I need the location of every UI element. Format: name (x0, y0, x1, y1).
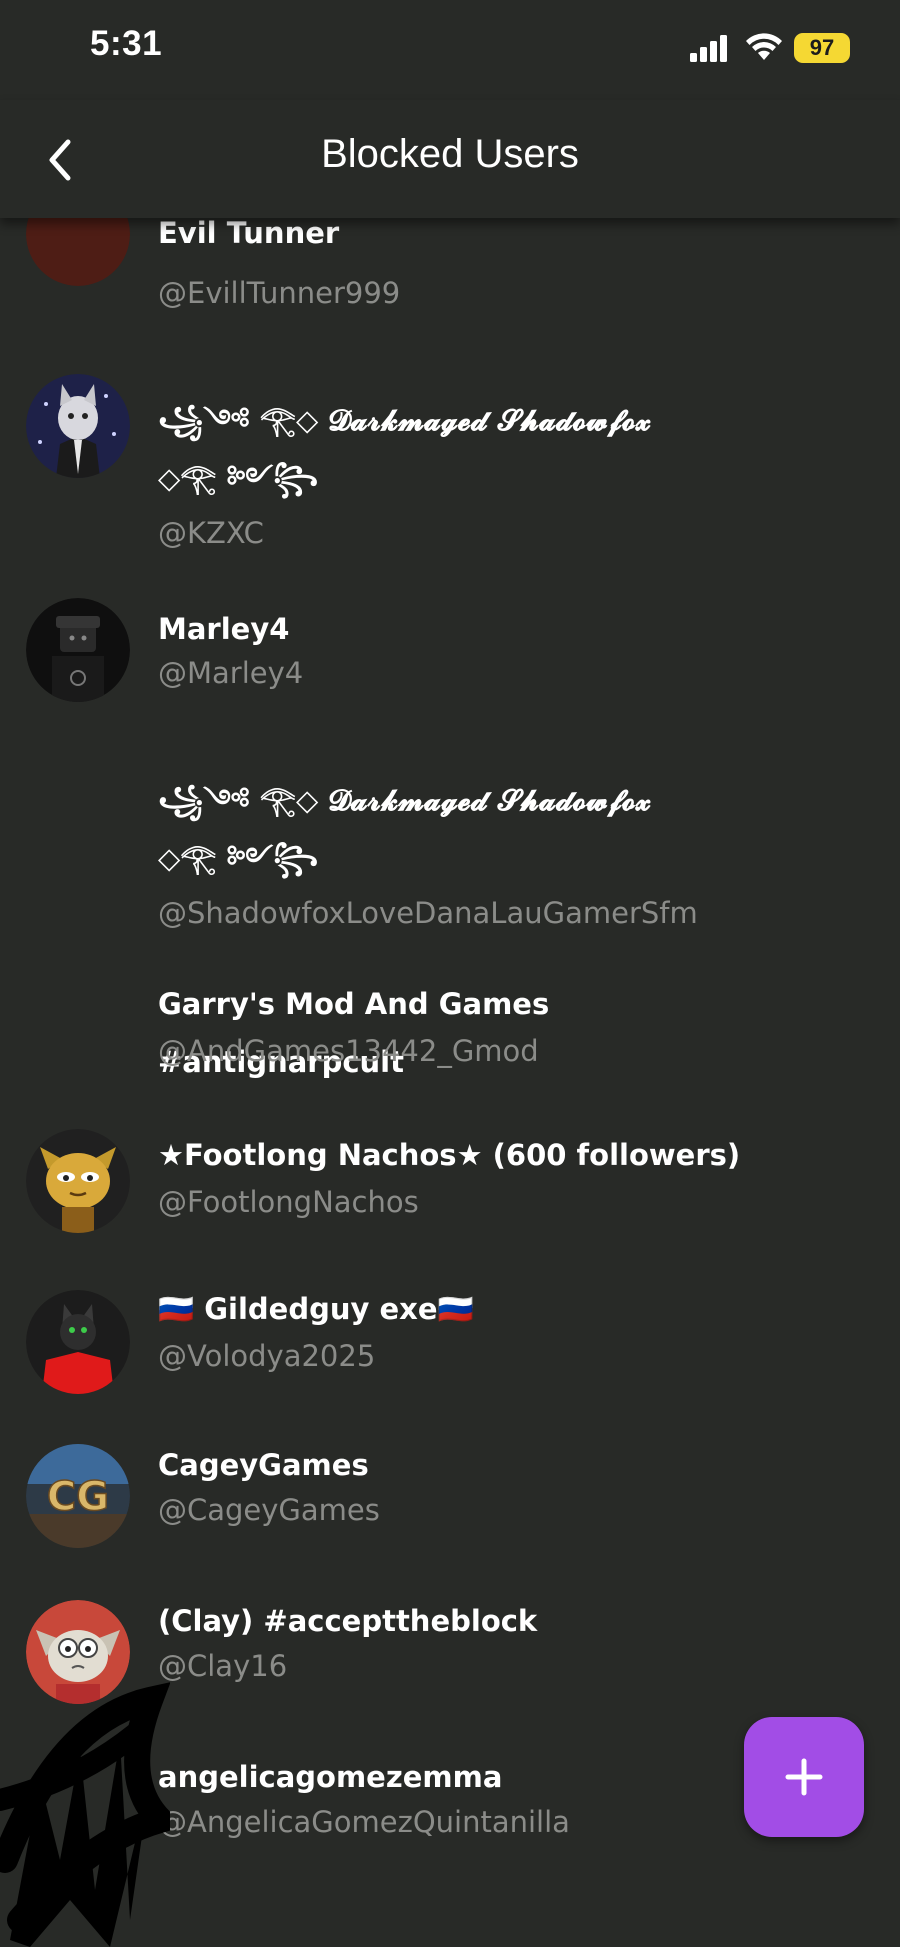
user-handle: @Marley4 (158, 656, 304, 690)
top-app-bar: Blocked Users (0, 100, 900, 218)
plus-icon (785, 1758, 823, 1796)
avatar (26, 1290, 130, 1394)
user-name: ꧁༺ 𓂀◇ 𝓓𝓪𝓻𝓴𝓶𝓪𝓰𝓮𝓭 𝓢𝓱𝓪𝓭𝓸𝔀𝓯𝓸𝔁 ◇𓂀 ༻꧂ (158, 403, 652, 495)
user-name: Marley4 (158, 612, 290, 646)
user-name: CageyGames (158, 1448, 369, 1482)
user-handle: @AndGames13442_Gmod (158, 1034, 539, 1068)
avatar: CG (26, 1444, 130, 1548)
battery-indicator: 97 (794, 33, 850, 63)
list-item[interactable]: Garry's Mod And Games #antignarpcult @An… (0, 978, 900, 1128)
user-name: 🇷🇺 Gildedguy exe🇷🇺 (158, 1292, 474, 1326)
svg-text:CG: CG (47, 1474, 109, 1520)
add-blocked-user-button[interactable] (744, 1717, 864, 1837)
list-item[interactable]: ꧁༺ 𓂀◇ 𝓓𝓪𝓻𝓴𝓶𝓪𝓰𝓮𝓭 𝓢𝓱𝓪𝓭𝓸𝔀𝓯𝓸𝔁 ◇𓂀 ༻꧂ @Shadowf… (0, 748, 900, 978)
user-name: Evil Tunner (158, 218, 340, 250)
user-name: (Clay) #accepttheblock (158, 1604, 538, 1638)
cellular-signal-icon (690, 35, 727, 62)
user-name: Garry's Mod And Games #antignarpcult (158, 987, 560, 1079)
list-item[interactable]: ꧁༺ 𓂀◇ 𝓓𝓪𝓻𝓴𝓶𝓪𝓰𝓮𝓭 𝓢𝓱𝓪𝓭𝓸𝔀𝓯𝓸𝔁 ◇𓂀 ༻꧂ @KZXC (0, 368, 900, 598)
user-handle: @KZXC (158, 516, 264, 550)
wifi-icon (746, 33, 782, 60)
user-handle: @CageyGames (158, 1493, 380, 1527)
user-name: ꧁༺ 𓂀◇ 𝓓𝓪𝓻𝓴𝓶𝓪𝓰𝓮𝓭 𝓢𝓱𝓪𝓭𝓸𝔀𝓯𝓸𝔁 ◇𓂀 ༻꧂ (158, 783, 652, 875)
user-handle: @AngelicaGomezQuintanilla (158, 1805, 570, 1839)
avatar (26, 374, 130, 478)
user-handle: @EvillTunner999 (158, 276, 401, 310)
avatar (26, 598, 130, 702)
list-item[interactable]: ★Footlong Nachos★ (600 followers) @Footl… (0, 1128, 900, 1283)
user-handle: @FootlongNachos (158, 1185, 419, 1219)
avatar (26, 218, 130, 286)
status-time: 5:31 (90, 24, 163, 63)
list-item[interactable]: CG CageyGames @CageyGames (0, 1438, 900, 1594)
status-bar: 5:31 97 (0, 0, 900, 100)
scribbled-avatar (0, 1682, 170, 1947)
avatar (26, 1129, 130, 1233)
list-item[interactable]: Marley4 @Marley4 (0, 598, 900, 748)
page-title: Blocked Users (321, 132, 579, 176)
user-name: ★Footlong Nachos★ (600 followers) (158, 1138, 741, 1172)
list-item[interactable]: 🇷🇺 Gildedguy exe🇷🇺 @Volodya2025 (0, 1283, 900, 1438)
list-item[interactable]: Evil Tunner @EvillTunner999 (0, 218, 900, 368)
user-handle: @Clay16 (158, 1649, 288, 1683)
user-handle: @ShadowfoxLoveDanaLauGamerSfm (158, 896, 698, 930)
user-name: angelicagomezemma (158, 1760, 503, 1794)
user-handle: @Volodya2025 (158, 1339, 376, 1373)
